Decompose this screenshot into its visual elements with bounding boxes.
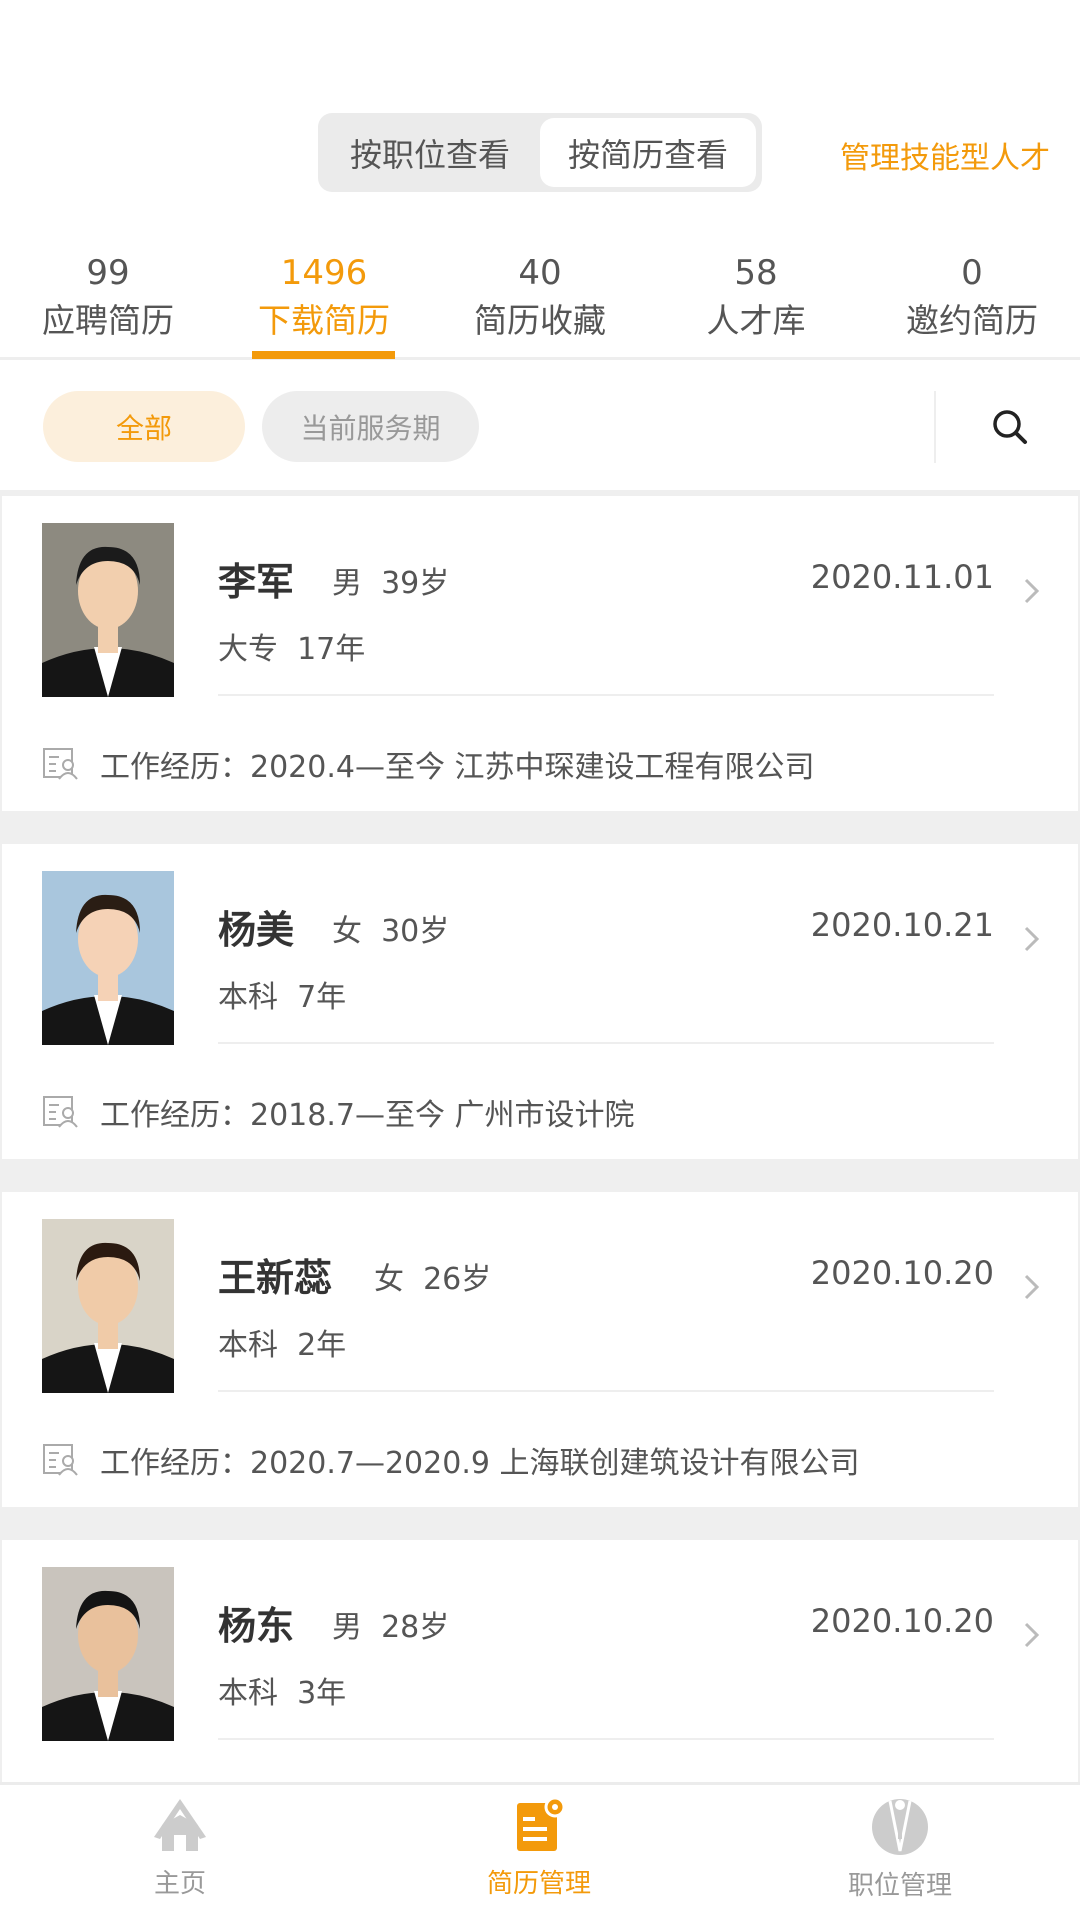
candidate-education: 本科 7年	[218, 980, 347, 1015]
active-tab-underline	[252, 351, 395, 359]
tab-label: 简历收藏	[474, 301, 606, 340]
tab-label: 人才库	[706, 301, 806, 340]
tab-count: 0	[961, 253, 983, 293]
resume-icon	[43, 1096, 78, 1128]
nav-resume-manage[interactable]: 简历管理	[439, 1795, 639, 1900]
tab-label: 下载简历	[258, 301, 390, 340]
home-icon	[154, 1799, 206, 1851]
candidate-gender-age: 女 26岁	[374, 1262, 492, 1297]
filter-all-chip[interactable]: 全部	[43, 391, 245, 462]
filter-current-period-chip[interactable]: 当前服务期	[262, 391, 479, 462]
resume-date: 2020.10.20	[810, 1602, 994, 1640]
work-experience: 工作经历：2020.4—至今 江苏中琛建设工程有限公司	[42, 742, 815, 786]
work-experience: 工作经历：2018.7—至今 广州市设计院	[42, 1090, 635, 1134]
tab-count: 40	[518, 253, 562, 293]
divider	[218, 694, 994, 696]
nav-job-manage[interactable]: 职位管理	[800, 1795, 1000, 1902]
job-manage-icon	[872, 1799, 928, 1855]
tab-applied[interactable]: 99 应聘简历	[0, 250, 216, 346]
divider	[218, 1042, 994, 1044]
candidate-name: 李军	[218, 560, 295, 604]
candidate-photo	[42, 523, 174, 697]
nav-label: 主页	[153, 1869, 206, 1899]
divider	[934, 391, 936, 463]
nav-home[interactable]: 主页	[80, 1795, 280, 1900]
tab-count: 1496	[280, 253, 368, 293]
view-by-resume-button[interactable]: 按简历查看	[540, 118, 756, 187]
candidate-gender-age: 女 30岁	[332, 914, 450, 949]
chevron-right-icon[interactable]	[1022, 1620, 1042, 1650]
tab-favorites[interactable]: 40 简历收藏	[432, 250, 648, 346]
candidate-education: 大专 17年	[218, 632, 366, 667]
tab-label: 应聘简历	[42, 301, 174, 340]
tab-downloaded[interactable]: 1496 下载简历	[216, 250, 432, 359]
divider	[218, 1390, 994, 1392]
candidate-name: 杨东	[218, 1604, 295, 1648]
resume-icon	[43, 1444, 78, 1476]
bottom-nav: 主页 简历管理 职位管理	[0, 1782, 1080, 1920]
resume-card[interactable]: 杨美 女 30岁 2020.10.21 本科 7年 工作经历：2018.7—至今…	[2, 844, 1078, 1159]
tab-invited[interactable]: 0 邀约简历	[864, 250, 1080, 346]
view-mode-toggle: 按职位查看 按简历查看	[318, 113, 762, 192]
view-by-position-button[interactable]: 按职位查看	[322, 118, 538, 187]
tab-label: 邀约简历	[906, 301, 1038, 340]
resume-icon	[43, 748, 78, 780]
resume-list[interactable]: 李军 男 39岁 2020.11.01 大专 17年 工作经历：2020.4—至…	[0, 490, 1080, 1782]
search-icon[interactable]	[990, 407, 1030, 447]
resume-manage-icon	[517, 1796, 566, 1851]
chevron-right-icon[interactable]	[1022, 924, 1042, 954]
divider	[218, 1738, 994, 1740]
resume-date: 2020.11.01	[810, 558, 994, 596]
resume-tabs: 99 应聘简历 1496 下载简历 40 简历收藏 58 人才库 0 邀约简历	[0, 250, 1080, 360]
candidate-gender-age: 男 39岁	[332, 566, 450, 601]
filter-bar: 全部 当前服务期	[0, 361, 1080, 490]
chevron-right-icon[interactable]	[1022, 576, 1042, 606]
nav-label: 简历管理	[486, 1869, 591, 1899]
candidate-gender-age: 男 28岁	[332, 1610, 450, 1645]
resume-card[interactable]: 李军 男 39岁 2020.11.01 大专 17年 工作经历：2020.4—至…	[2, 496, 1078, 811]
resume-card[interactable]: 杨东 男 28岁 2020.10.20 本科 3年	[2, 1540, 1078, 1782]
manage-skilled-talent-link[interactable]: 管理技能型人才	[840, 133, 1050, 177]
resume-date: 2020.10.20	[810, 1254, 994, 1292]
tab-talent-pool[interactable]: 58 人才库	[648, 250, 864, 346]
work-experience: 工作经历：2020.7—2020.9 上海联创建筑设计有限公司	[42, 1438, 859, 1482]
tab-count: 99	[86, 253, 130, 293]
resume-card[interactable]: 王新蕊 女 26岁 2020.10.20 本科 2年 工作经历：2020.7—2…	[2, 1192, 1078, 1507]
candidate-photo	[42, 871, 174, 1045]
candidate-education: 本科 2年	[218, 1328, 347, 1363]
candidate-education: 本科 3年	[218, 1676, 347, 1711]
nav-label: 职位管理	[847, 1871, 952, 1901]
candidate-photo	[42, 1219, 174, 1393]
candidate-name: 王新蕊	[218, 1256, 333, 1300]
tab-count: 58	[734, 253, 778, 293]
candidate-name: 杨美	[218, 908, 295, 952]
resume-date: 2020.10.21	[810, 906, 994, 944]
candidate-photo	[42, 1567, 174, 1741]
chevron-right-icon[interactable]	[1022, 1272, 1042, 1302]
